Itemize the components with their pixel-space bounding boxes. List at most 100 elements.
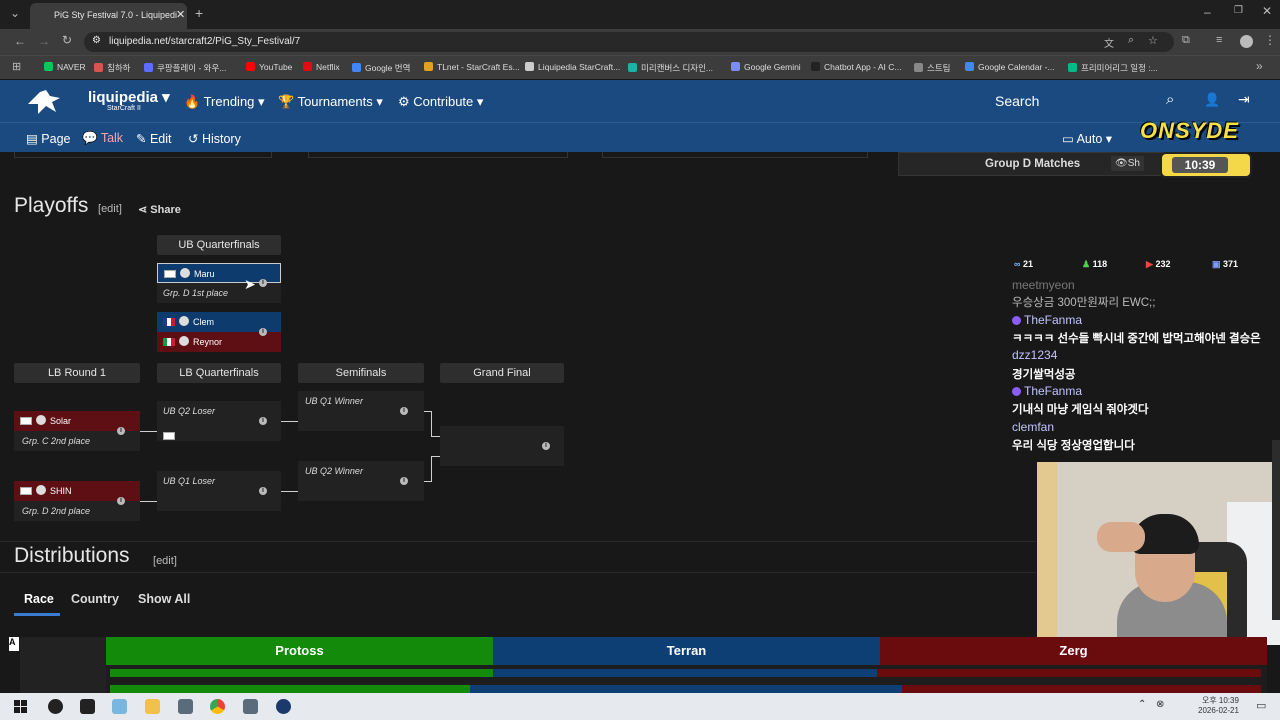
bookmark-naver[interactable]: NAVER — [44, 62, 86, 72]
page-tab[interactable]: ▤ Page — [26, 131, 71, 146]
shin-seed-note: Grp. D 2nd place — [22, 506, 91, 516]
bookmark-gemini[interactable]: Google Gemini — [731, 62, 801, 72]
maximize-icon[interactable]: ❐ — [1234, 5, 1243, 16]
chat-message: 기내식 마냥 게임식 줘야겟다 — [1012, 404, 1149, 416]
bookmark-star-icon[interactable]: ☆ — [1148, 34, 1158, 47]
theme-toggle[interactable]: ▭ Auto ▾ — [1062, 131, 1112, 146]
steam-icon[interactable] — [276, 699, 291, 714]
new-tab-icon[interactable]: + — [195, 5, 203, 21]
history-tab[interactable]: ↺ History — [188, 131, 241, 146]
solar-advanced-slot — [163, 426, 179, 444]
notification-icon[interactable]: ▭ — [1256, 699, 1266, 712]
distributions-edit-link[interactable]: [edit] — [153, 555, 177, 567]
talk-tab[interactable]: 💬 Talk — [82, 131, 123, 146]
close-tab-icon[interactable]: ✕ — [176, 8, 185, 21]
bookmark-youtube[interactable]: YouTube — [246, 62, 292, 72]
match-info-icon[interactable]: i — [259, 417, 267, 425]
tab-race[interactable]: Race — [24, 592, 54, 606]
ub-q2-winner-label: UB Q2 Winner — [305, 466, 363, 476]
bookmark-google-translate[interactable]: Google 번역 — [352, 62, 410, 74]
back-icon[interactable]: ← — [14, 34, 26, 48]
bookmark-miricanvas[interactable]: 미리캔버스 디자인... — [628, 62, 713, 74]
mouse-cursor-icon: ➤ — [244, 276, 256, 292]
tray-icon[interactable]: ⊗ — [1156, 699, 1164, 710]
more-bookmarks-icon[interactable]: » — [1256, 59, 1263, 73]
chrome-icon[interactable] — [210, 699, 225, 714]
minimize-icon[interactable]: – — [1204, 5, 1211, 19]
starcraft-icon[interactable] — [243, 699, 258, 714]
start-icon[interactable] — [14, 700, 27, 713]
extensions-icon[interactable]: ⧉ — [1182, 34, 1190, 47]
forward-icon[interactable]: → — [38, 34, 50, 48]
bookmarks-bar: ⊞ NAVER 침하하 쿠팡플레이 - 와우... YouTube Netfli… — [0, 55, 1280, 79]
match-info-icon[interactable]: i — [400, 477, 408, 485]
ub-q1-winner-label: UB Q1 Winner — [305, 396, 363, 406]
bookmark-premier-league[interactable]: 프리미어리그 일정 :... — [1068, 62, 1158, 74]
reload-icon[interactable]: ↻ — [62, 33, 72, 47]
media-icon[interactable]: ≡ — [1216, 34, 1222, 46]
match-info-icon[interactable]: i — [259, 328, 267, 336]
active-tab-indicator — [14, 613, 60, 616]
starcraft-icon[interactable] — [178, 699, 193, 714]
chat-name: dzz1234 — [1012, 348, 1058, 362]
ub-qf-header: UB Quarterfinals — [157, 235, 281, 255]
tournaments-menu[interactable]: 🏆 Tournaments ▾ — [278, 94, 383, 110]
match-info-icon[interactable]: i — [117, 427, 125, 435]
app-icon-2[interactable] — [80, 699, 95, 714]
bookmark-chatbot[interactable]: Chatbot App - AI C... — [811, 62, 902, 72]
fr-flag-icon — [163, 318, 175, 326]
search-icon[interactable]: ⌕ — [1166, 91, 1174, 108]
playoffs-title: Playoffs — [14, 194, 89, 217]
match-info-icon[interactable]: i — [259, 487, 267, 495]
match-info-icon[interactable]: i — [400, 407, 408, 415]
protoss-bar — [110, 669, 493, 677]
contribute-menu[interactable]: ⚙ Contribute ▾ — [398, 94, 483, 110]
show-matches-button[interactable]: 👁Sh — [1111, 156, 1144, 171]
match-info-icon[interactable]: i — [259, 279, 267, 287]
edit-tab[interactable]: ✎ Edit — [136, 131, 172, 146]
browser-tab-bar: ⌄ PiG Sty Festival 7.0 - Liquipedi ✕ + –… — [0, 0, 1280, 29]
bookmark-folder[interactable]: 스트팀 — [914, 62, 950, 74]
close-window-icon[interactable]: ✕ — [1262, 4, 1272, 18]
tab-search-icon[interactable]: ⌄ — [10, 6, 20, 20]
bracket-line — [431, 436, 440, 437]
liquipedia-logo-icon[interactable] — [26, 86, 62, 116]
match-info-icon[interactable]: i — [542, 442, 550, 450]
add-user-icon[interactable]: 👤 — [1204, 92, 1220, 108]
match-info-icon[interactable]: i — [117, 497, 125, 505]
url-field[interactable]: ⚙ liquipedia.net/starcraft2/PiG_Sty_Fest… — [84, 32, 1174, 52]
playoffs-edit-link[interactable]: [edit] — [98, 203, 122, 215]
browser-tab[interactable]: PiG Sty Festival 7.0 - Liquipedi ✕ — [30, 3, 187, 29]
bookmark-calendar[interactable]: Google Calendar -... — [965, 62, 1055, 72]
url-text: liquipedia.net/starcraft2/PiG_Sty_Festiv… — [109, 36, 301, 47]
ub-q1-loser-label: UB Q1 Loser — [163, 476, 216, 486]
tab-country[interactable]: Country — [71, 592, 119, 606]
address-bar-row: ← → ↻ ⚙ liquipedia.net/starcraft2/PiG_St… — [0, 29, 1280, 55]
app-icon-3[interactable] — [112, 699, 127, 714]
bookmark-liquipedia[interactable]: Liquipedia StarCraft... — [525, 62, 620, 72]
clock[interactable]: 오후 10:39 2026-02-21 — [1198, 696, 1239, 716]
bookmark-chimhaha[interactable]: 침하하 — [94, 62, 130, 74]
tray-chevron-icon[interactable]: ⌃ — [1138, 699, 1146, 710]
page-scrollbar[interactable] — [1272, 440, 1280, 620]
profile-avatar[interactable] — [1240, 35, 1253, 48]
tab-show-all[interactable]: Show All — [138, 592, 190, 606]
menu-icon[interactable]: ⋮ — [1264, 33, 1276, 47]
site-info-icon[interactable]: ⚙ — [92, 35, 101, 46]
group-d-label: Group D Matches — [985, 158, 1081, 170]
app-icon-1[interactable] — [48, 699, 63, 714]
bookmark-tlnet[interactable]: TLnet - StarCraft Es... — [424, 62, 520, 72]
apps-icon[interactable]: ⊞ — [12, 60, 21, 73]
brand-title[interactable]: liquipedia ▾ — [88, 88, 170, 106]
search-box[interactable]: Search — [985, 88, 1190, 114]
translate-icon[interactable]: 文 — [1104, 35, 1114, 50]
zoom-icon[interactable]: ⌕ — [1128, 34, 1134, 47]
file-explorer-icon[interactable] — [145, 699, 160, 714]
timer-display: 10:39 — [1172, 157, 1228, 173]
trending-menu[interactable]: 🔥 Trending ▾ — [184, 94, 265, 110]
bookmark-coupang[interactable]: 쿠팡플레이 - 와우... — [144, 62, 226, 74]
protoss-header: Protoss — [106, 637, 493, 665]
bookmark-netflix[interactable]: Netflix — [303, 62, 340, 72]
login-icon[interactable]: ⇥ — [1238, 91, 1250, 108]
share-button[interactable]: ⋖ Share — [138, 203, 181, 216]
